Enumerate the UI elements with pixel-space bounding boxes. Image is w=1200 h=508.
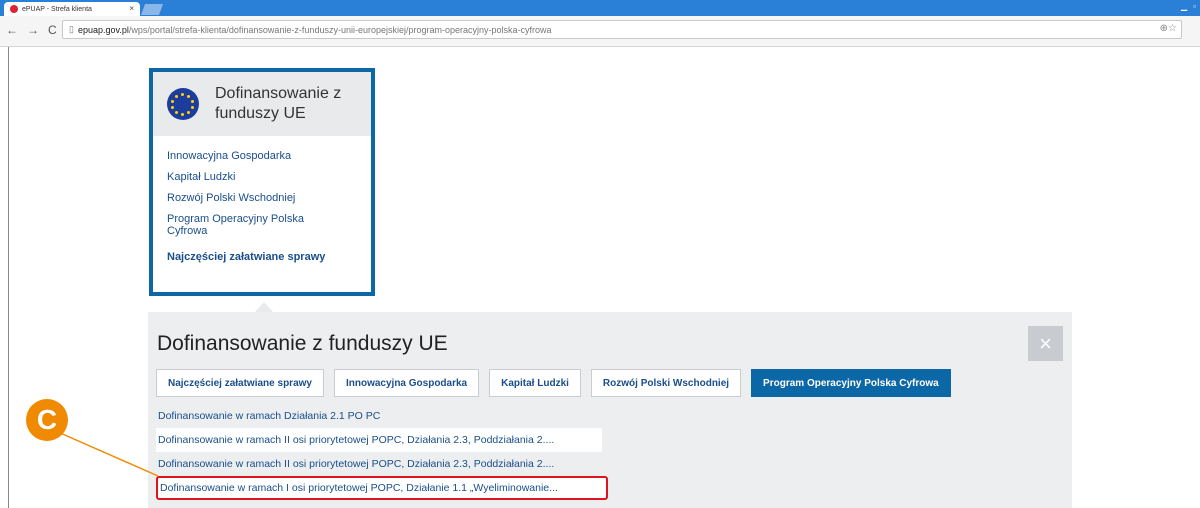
callout-badge: C [26, 399, 68, 441]
callout-line [57, 431, 159, 477]
